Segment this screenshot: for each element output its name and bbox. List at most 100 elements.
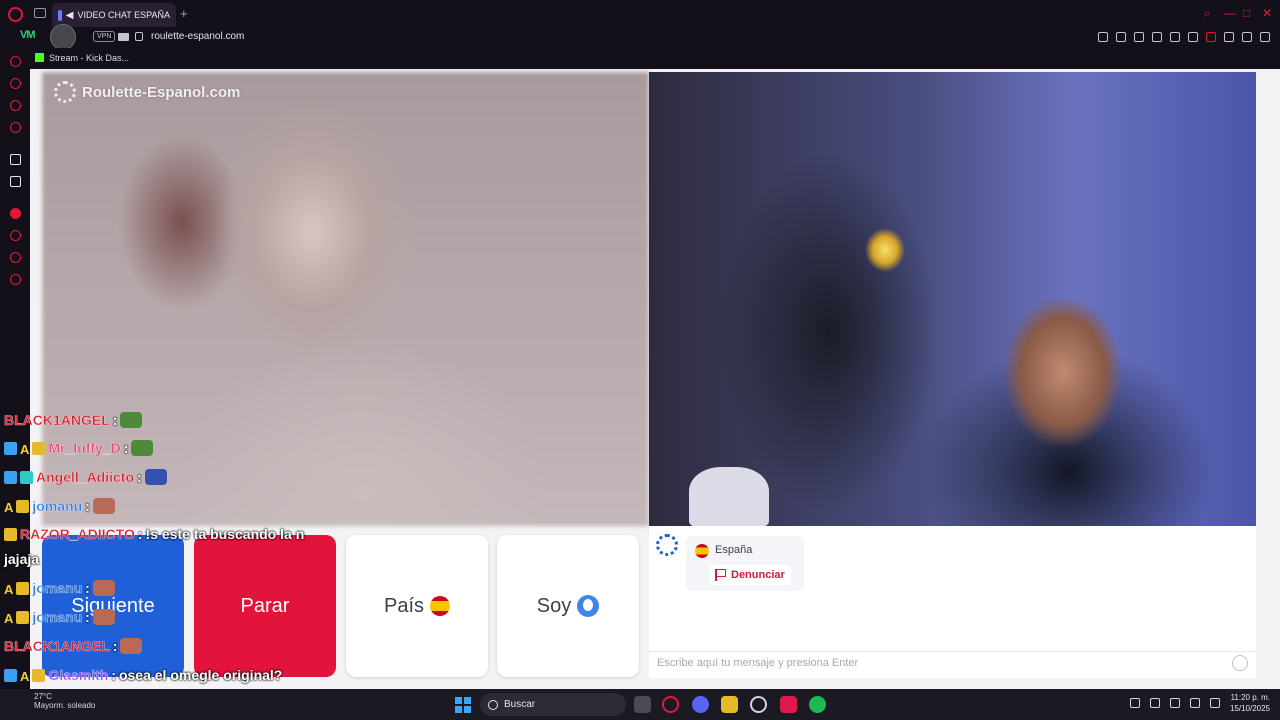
chat-badge-icon: A — [4, 610, 14, 626]
spain-flag-icon — [430, 596, 451, 616]
bookmark-stream-kick[interactable]: Stream - Kick Das... — [49, 53, 129, 63]
x-twitter-icon[interactable] — [10, 176, 21, 187]
brand-logo-icon — [54, 81, 76, 103]
report-button-label: Denunciar — [731, 569, 785, 581]
chat-badge-icon — [4, 441, 17, 455]
discord-icon[interactable] — [692, 696, 709, 713]
chat-username[interactable]: BLACK1ANGEL — [4, 638, 110, 654]
chat-emote-icon — [92, 609, 115, 625]
report-button[interactable]: Denunciar — [709, 565, 791, 585]
site-brand[interactable]: Roulette-Espanol.com — [54, 81, 240, 103]
steam-icon[interactable] — [750, 696, 767, 713]
gender-button-label: Soy — [536, 594, 572, 617]
split-screen-icon[interactable] — [1098, 32, 1108, 42]
shield-icon[interactable] — [1152, 32, 1162, 42]
chat-username[interactable]: Mr_luffy_D — [48, 440, 121, 456]
close-button[interactable]: ✕ — [1262, 6, 1272, 20]
emoji-icon[interactable] — [1232, 655, 1248, 671]
clock-time: 11:20 p. m. — [1230, 693, 1270, 702]
chat-message: RAZOR_ADIICTO: !s este ta buscando la n — [4, 526, 304, 542]
network-icon[interactable] — [1149, 698, 1160, 708]
ai-icon[interactable] — [10, 154, 21, 165]
chat-username[interactable]: jomanu — [32, 580, 82, 596]
chat-badge-icon: A — [4, 581, 14, 597]
chat-text: jajaja — [4, 551, 40, 567]
chat-badge-icon — [16, 581, 30, 595]
menu-icon[interactable] — [1260, 32, 1270, 42]
clock[interactable]: 11:20 p. m. 15/10/2025 — [1230, 692, 1270, 714]
chat-separator: : — [112, 412, 118, 428]
chat-emote-icon — [92, 498, 115, 514]
chat-username[interactable]: RAZOR_ADIICTO — [20, 526, 135, 542]
microphone-icon[interactable] — [1169, 698, 1180, 708]
download-icon[interactable] — [1242, 32, 1252, 42]
account-icon[interactable] — [1224, 32, 1234, 42]
url-field[interactable]: roulette-espanol.com — [151, 31, 244, 42]
volume-icon[interactable] — [1209, 698, 1220, 708]
minimize-button[interactable]: — — [1224, 6, 1236, 20]
tab-favicon-icon — [58, 9, 62, 21]
chat-username[interactable]: jomanu — [32, 498, 82, 514]
camera-icon[interactable] — [118, 33, 129, 41]
chat-message: Angell_Adiicto: — [4, 469, 167, 485]
message-input[interactable] — [657, 652, 1248, 674]
search-icon — [488, 699, 498, 710]
chat-logo-icon — [656, 534, 678, 556]
partner-info-card: España Denunciar — [686, 536, 804, 591]
tab-video-chat[interactable]: ◀ VIDEO CHAT ESPAÑA — [52, 3, 176, 27]
maximize-button[interactable]: □ — [1243, 6, 1250, 20]
opera-logo-icon[interactable] — [8, 7, 23, 22]
opera-taskbar-icon[interactable] — [662, 696, 679, 713]
chat-badge-icon: A — [4, 499, 14, 515]
tab-island-icon[interactable] — [34, 8, 46, 18]
brand-name: Roulette-Espanol.com — [82, 83, 241, 101]
display-icon[interactable] — [1189, 698, 1200, 708]
vpn-badge[interactable]: VPN — [93, 31, 116, 42]
search-tabs-icon[interactable]: ⌕ — [1204, 6, 1211, 21]
task-view-icon[interactable] — [634, 696, 651, 713]
chat-username[interactable]: Glasmith — [48, 667, 108, 683]
music-icon[interactable] — [10, 208, 21, 219]
message-input-area — [649, 651, 1256, 675]
messenger-icon[interactable] — [10, 100, 21, 111]
file-explorer-icon[interactable] — [721, 696, 738, 713]
clock-date: 15/10/2025 — [1229, 704, 1270, 713]
history-icon[interactable] — [10, 230, 21, 241]
gender-button[interactable]: Soy — [497, 535, 639, 677]
heart-icon[interactable] — [1206, 32, 1216, 42]
chat-message: A Mr_luffy_D: — [4, 440, 154, 457]
snapshot-icon[interactable] — [1134, 32, 1144, 42]
chat-separator: : — [137, 469, 142, 485]
tab-icon[interactable] — [1170, 32, 1180, 42]
chat-username[interactable]: Angell_Adiicto — [36, 469, 134, 485]
chat-message: jajaja — [4, 551, 39, 567]
country-button[interactable]: País — [346, 535, 488, 677]
taskbar-search[interactable]: Buscar — [480, 693, 626, 716]
windows-start-icon[interactable] — [455, 697, 471, 713]
refresh-icon[interactable] — [10, 56, 21, 67]
chat-emote-icon — [120, 412, 143, 428]
shop-icon[interactable] — [10, 78, 21, 89]
spotify-icon[interactable] — [809, 696, 826, 713]
chat-emote-icon — [144, 469, 167, 485]
lock-icon[interactable] — [135, 32, 143, 41]
mail-icon[interactable] — [10, 122, 21, 133]
weather-widget[interactable]: 27°C Mayorm. soleado — [34, 692, 95, 710]
chat-badge-icon — [32, 668, 46, 682]
new-tab-button[interactable]: + — [180, 6, 188, 21]
chat-username[interactable]: BLACK1ANGEL — [4, 412, 110, 428]
speaker-icon[interactable]: ◀ — [66, 10, 74, 21]
chat-message: Ajomanu: — [4, 580, 115, 597]
chevron-up-icon[interactable] — [1129, 698, 1140, 708]
chat-separator: : — [85, 580, 90, 596]
weather-desc: Mayorm. soleado — [34, 701, 96, 710]
chat-username[interactable]: jomanu — [32, 609, 82, 625]
pin-icon[interactable] — [1116, 32, 1126, 42]
text-chat-panel: España Denunciar — [649, 526, 1256, 678]
profile-avatar[interactable] — [50, 24, 76, 50]
play-icon[interactable] — [1188, 32, 1198, 42]
extensions-icon[interactable] — [10, 252, 21, 263]
tiktok-icon[interactable] — [780, 696, 797, 713]
kick-icon — [35, 53, 44, 62]
settings-icon[interactable] — [10, 274, 21, 285]
